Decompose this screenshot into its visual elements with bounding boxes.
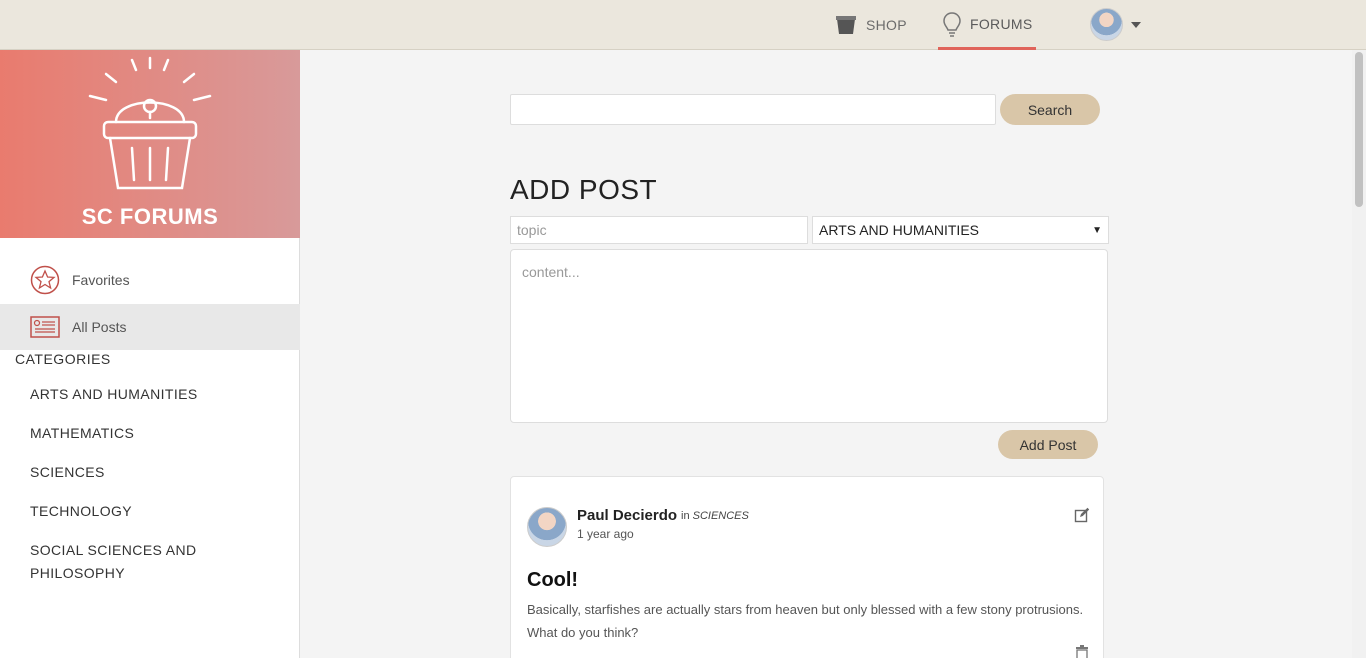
content-textarea[interactable] (510, 249, 1108, 423)
select-arrow-icon: ▼ (1092, 224, 1102, 236)
post-body: Basically, starfishes are actually stars… (527, 602, 1084, 640)
post-card: Paul Decierdo in SCIENCES 1 year ago Coo… (510, 476, 1104, 658)
nav-shop-label: SHOP (866, 17, 907, 33)
sidebar-item-all-posts[interactable]: All Posts (0, 304, 300, 350)
edit-icon[interactable] (1074, 507, 1090, 523)
post-author-avatar[interactable] (527, 507, 567, 547)
category-arts-and-humanities[interactable]: ARTS AND HUMANITIES (30, 383, 198, 406)
sidebar: SC FORUMS Favorites All Posts CATEGORIES… (0, 50, 300, 658)
shop-basket-icon (836, 16, 856, 34)
post-author[interactable]: Paul Decierdo (577, 507, 677, 524)
post-category[interactable]: SCIENCES (693, 510, 749, 522)
scrollbar-thumb[interactable] (1355, 52, 1363, 207)
star-icon (30, 265, 60, 295)
nav-shop[interactable]: SHOP (834, 0, 907, 50)
category-sciences[interactable]: SCIENCES (30, 461, 105, 484)
category-select-value: ARTS AND HUMANITIES (819, 222, 979, 238)
brand-header: SC FORUMS (0, 50, 300, 238)
search-button[interactable]: Search (1000, 94, 1100, 125)
post-category-label: in SCIENCES (681, 510, 749, 522)
lightbulb-basket-logo (88, 56, 212, 190)
category-mathematics[interactable]: MATHEMATICS (30, 422, 134, 445)
user-avatar[interactable] (1090, 8, 1123, 41)
lightbulb-icon (943, 11, 961, 37)
post-title[interactable]: Cool! (527, 569, 578, 592)
brand-title: SC FORUMS (81, 204, 219, 229)
category-technology[interactable]: TECHNOLOGY (30, 500, 132, 523)
top-navigation-bar: SHOP FORUMS (0, 0, 1366, 50)
sidebar-item-favorites[interactable]: Favorites (0, 257, 300, 303)
add-post-button[interactable]: Add Post (998, 430, 1098, 459)
post-in-label: in (681, 510, 690, 522)
sidebar-item-label: Favorites (72, 272, 130, 288)
topic-input[interactable] (510, 216, 808, 244)
category-select[interactable]: ARTS AND HUMANITIES ▼ (812, 216, 1109, 244)
sidebar-item-label: All Posts (72, 319, 127, 335)
category-social-sciences-and-philosophy[interactable]: SOCIAL SCIENCES AND PHILOSOPHY (30, 539, 210, 585)
nav-forums[interactable]: FORUMS (938, 0, 1036, 50)
search-input[interactable] (510, 94, 996, 125)
list-icon (30, 316, 60, 338)
caret-down-icon[interactable] (1131, 22, 1141, 28)
trash-icon[interactable] (1075, 645, 1089, 658)
categories-heading: CATEGORIES (15, 351, 111, 367)
nav-forums-label: FORUMS (970, 15, 1033, 32)
add-post-title: ADD POST (510, 174, 658, 205)
post-timestamp: 1 year ago (577, 527, 634, 541)
